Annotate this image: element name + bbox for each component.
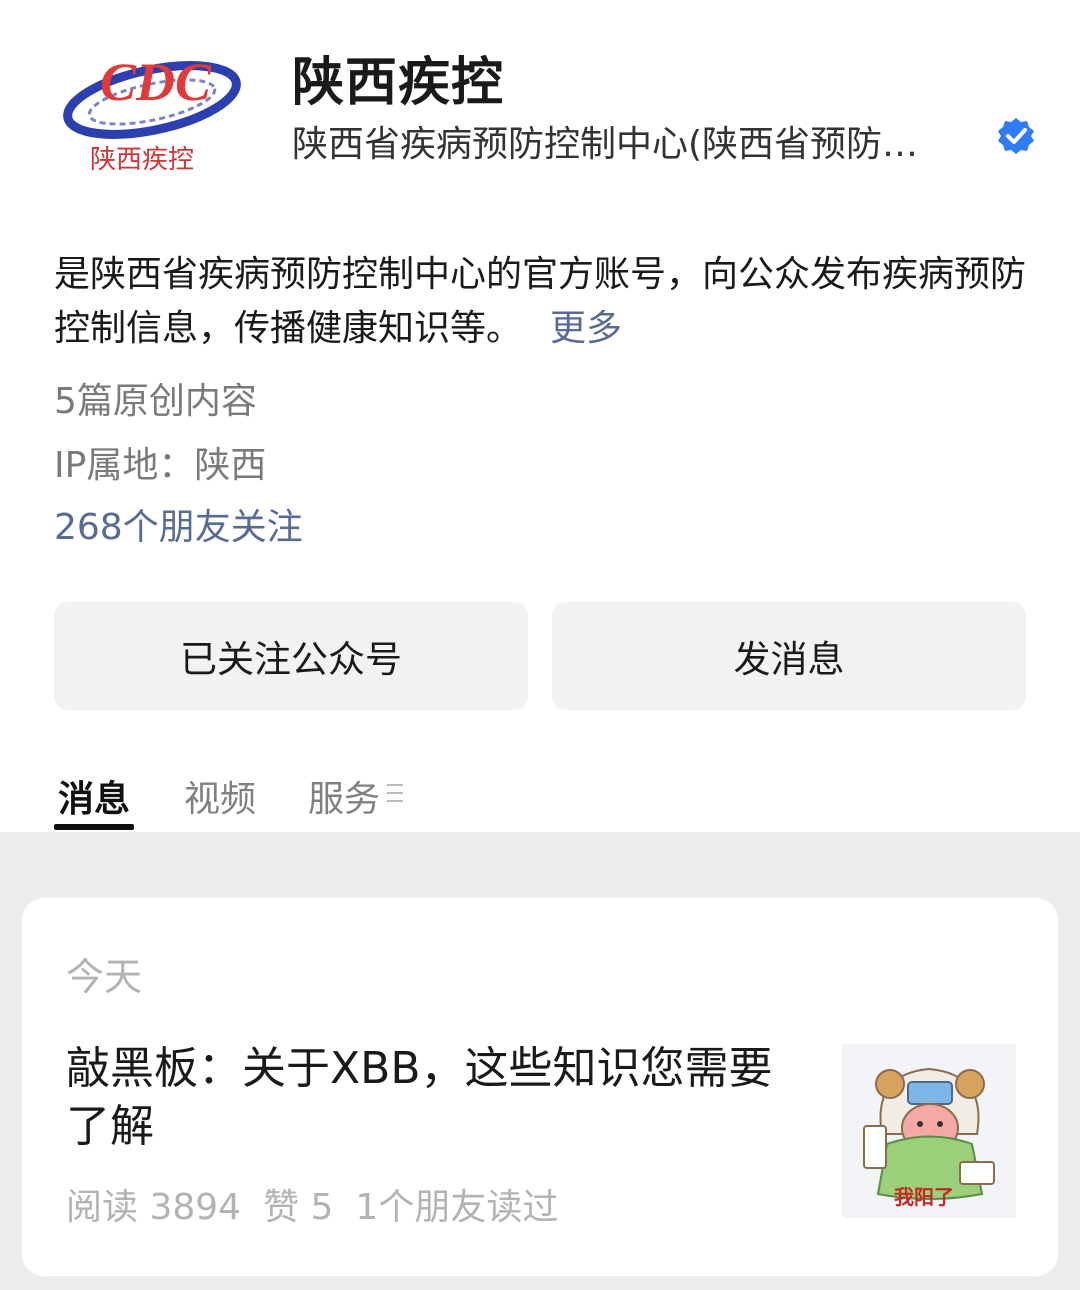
original-content-count[interactable]: 5篇原创内容 (54, 372, 257, 424)
description-text: 是陕西省疾病预防控制中心的官方账号，向公众发布疾病预防控制信息，传播健康知识等。 (54, 254, 1027, 349)
friends-read: 1个朋友读过 (355, 1187, 559, 1228)
tab-messages[interactable]: 消息 (58, 770, 130, 822)
message-feed: 今天 敲黑板：关于XBB，这些知识您需要了解 阅读 3894 赞 5 1个朋友读过 … (0, 832, 1080, 1290)
friends-following-link[interactable]: 268个朋友关注 (54, 498, 303, 550)
send-message-button[interactable]: 发消息 (552, 602, 1026, 710)
menu-lines-icon[interactable] (387, 784, 403, 802)
content-tabs: 消息 视频 服务 (0, 750, 1080, 832)
account-logo[interactable]: CDC 陕西疾控 (60, 30, 245, 185)
thumbnail-caption: 我阳了 (894, 1185, 954, 1209)
article-stats: 阅读 3894 赞 5 1个朋友读过 (66, 1178, 580, 1230)
read-count: 阅读 3894 (66, 1187, 242, 1228)
date-label: 今天 (66, 955, 143, 999)
ip-location: IP属地：陕西 (54, 445, 267, 486)
account-name: 陕西疾控 (292, 53, 505, 113)
tab-videos[interactable]: 视频 (184, 770, 256, 822)
logo-caption-text: 陕西疾控 (90, 145, 194, 175)
more-link[interactable]: 更多 (550, 308, 622, 349)
account-description: 是陕西省疾病预防控制中心的官方账号，向公众发布疾病预防控制信息，传播健康知识等。… (54, 248, 1034, 356)
article-title[interactable]: 敲黑板：关于XBB，这些知识您需要了解 (66, 1040, 816, 1156)
verified-badge-icon[interactable] (996, 116, 1036, 156)
profile-header: CDC 陕西疾控 陕西疾控 陕西省疾病预防控制中心(陕西省预防… (0, 0, 1080, 210)
logo-letters-text: CDC (100, 52, 212, 112)
article-thumbnail[interactable]: 我阳了 (842, 1044, 1016, 1218)
tab-services[interactable]: 服务 (308, 770, 380, 822)
followed-account-button[interactable]: 已关注公众号 (54, 602, 528, 710)
active-tab-indicator (54, 824, 134, 830)
article-card[interactable]: 今天 敲黑板：关于XBB，这些知识您需要了解 阅读 3894 赞 5 1个朋友读过 … (22, 898, 1058, 1276)
like-count: 赞 5 (263, 1187, 334, 1228)
organization-name[interactable]: 陕西省疾病预防控制中心(陕西省预防… (292, 115, 957, 167)
